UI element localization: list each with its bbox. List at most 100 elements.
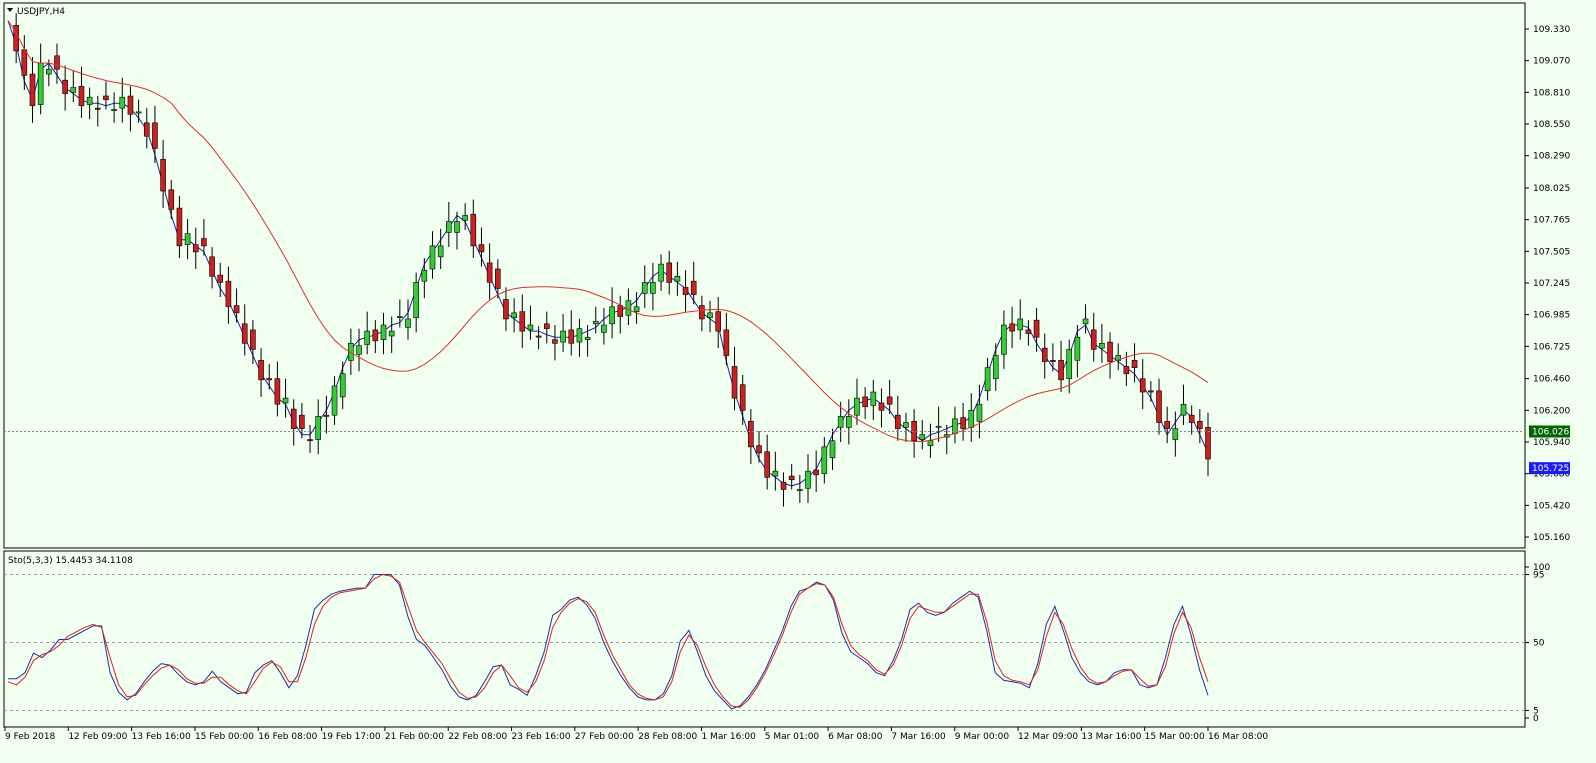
bear-candle	[715, 311, 722, 332]
bull-candle	[413, 282, 419, 319]
bear-candle	[307, 439, 313, 442]
time-tick-label: 21 Feb 00:00	[385, 732, 444, 742]
bull-candle	[86, 96, 93, 105]
bull-candle	[641, 282, 648, 294]
bull-candle	[821, 446, 828, 474]
bear-candle	[21, 49, 28, 76]
price-tick-label: 107.245	[1533, 279, 1570, 289]
bear-candle	[192, 244, 199, 253]
bull-candle	[1099, 343, 1105, 349]
bull-candle	[437, 245, 444, 258]
bull-candle	[119, 96, 126, 109]
price-tick-label: 108.810	[1533, 88, 1570, 98]
bull-candle	[584, 336, 591, 340]
bull-candle	[919, 434, 926, 440]
price-tick-label: 109.330	[1533, 25, 1570, 35]
price-tick-label: 108.290	[1533, 152, 1570, 162]
bull-candle	[111, 109, 117, 111]
bear-candle	[699, 305, 705, 320]
bear-candle	[503, 299, 509, 320]
bear-candle	[258, 360, 264, 381]
bull-candle	[282, 397, 289, 404]
bear-candle	[209, 256, 215, 277]
bull-candle	[1180, 403, 1187, 416]
price-tick-label: 109.070	[1533, 57, 1570, 67]
bull-candle	[70, 87, 77, 93]
price-tick-label: 105.940	[1533, 438, 1570, 448]
bull-candle	[984, 367, 991, 392]
chart-canvas[interactable]: 109.330 109.070 108.810 108.550 108.290 108.0…	[0, 0, 1596, 763]
bear-candle	[1131, 360, 1138, 368]
bid-price-label: 106.026	[1532, 428, 1569, 438]
time-tick-label: 6 Mar 08:00	[828, 732, 883, 742]
bear-candle	[103, 95, 109, 100]
bear-candle	[552, 339, 558, 344]
bull-candle	[37, 62, 44, 105]
time-tick-label: 13 Mar 16:00	[1081, 732, 1141, 742]
osc-tick-label: 0	[1533, 714, 1539, 724]
bull-candle	[633, 306, 640, 312]
bear-candle	[1090, 329, 1097, 350]
bull-candle	[829, 440, 836, 459]
bull-candle	[527, 324, 534, 331]
symbol-label: USDJPY,H4	[17, 7, 65, 17]
bear-candle	[201, 238, 207, 247]
chart-window[interactable]: 109.330 109.070 108.810 108.550 108.290 108.0…	[0, 0, 1596, 763]
bear-candle	[152, 122, 158, 149]
indicator-label: Sto(5,3,3) 15.4453 34.1108	[8, 556, 133, 566]
bear-candle	[862, 396, 868, 407]
bear-candle	[682, 286, 689, 295]
time-tick-label: 12 Mar 09:00	[1018, 732, 1078, 742]
price-tick-label: 106.725	[1533, 342, 1570, 352]
bear-candle	[690, 280, 697, 295]
bull-candle	[46, 68, 52, 75]
bull-candle	[429, 245, 436, 270]
bull-candle	[592, 321, 599, 325]
bull-candle	[968, 410, 975, 428]
bull-candle	[1001, 324, 1007, 355]
price-tick-label: 108.550	[1533, 120, 1570, 130]
bull-candle	[388, 330, 395, 337]
price-tick-label: 106.460	[1533, 375, 1570, 385]
time-tick-label: 5 Mar 01:00	[765, 732, 820, 742]
time-tick-label: 19 Feb 17:00	[322, 732, 381, 742]
bear-candle	[748, 420, 754, 448]
bull-candle	[380, 324, 387, 340]
bull-candle	[870, 391, 877, 406]
bull-candle	[837, 416, 844, 428]
bull-candle	[935, 425, 942, 428]
bear-candle	[62, 79, 68, 94]
osc-tick-label: 50	[1533, 639, 1545, 649]
bear-candle	[1033, 319, 1040, 338]
bear-candle	[886, 396, 893, 405]
bear-candle	[1156, 390, 1162, 423]
ask-price-label: 105.725	[1532, 464, 1569, 474]
bull-candle	[405, 318, 411, 328]
bull-candle	[560, 330, 566, 343]
bear-candle	[543, 323, 550, 329]
bear-candle	[764, 451, 770, 478]
bull-candle	[315, 416, 322, 440]
bull-candle	[356, 345, 362, 355]
bear-candle	[494, 268, 501, 289]
bear-candle	[813, 469, 819, 476]
bull-candle	[772, 470, 779, 477]
bear-candle	[1205, 427, 1211, 460]
time-tick-label: 22 Feb 08:00	[448, 732, 507, 742]
bear-candle	[372, 329, 379, 342]
price-tick-label: 107.765	[1533, 216, 1570, 226]
bear-candle	[894, 414, 901, 429]
time-tick-label: 9 Mar 00:00	[955, 732, 1010, 742]
bear-candle	[788, 475, 795, 481]
bear-candle	[1139, 378, 1146, 393]
time-tick-label: 28 Feb 08:00	[638, 732, 697, 742]
bear-candle	[143, 122, 150, 137]
time-tick-label: 13 Feb 16:00	[132, 732, 191, 742]
oscillator-pane-frame	[3, 550, 1526, 728]
bull-candle	[576, 328, 583, 343]
bear-candle	[535, 335, 542, 338]
bull-candle	[446, 221, 452, 233]
bear-candle	[1058, 360, 1064, 381]
bull-candle	[854, 397, 860, 416]
bull-candle	[184, 233, 191, 245]
